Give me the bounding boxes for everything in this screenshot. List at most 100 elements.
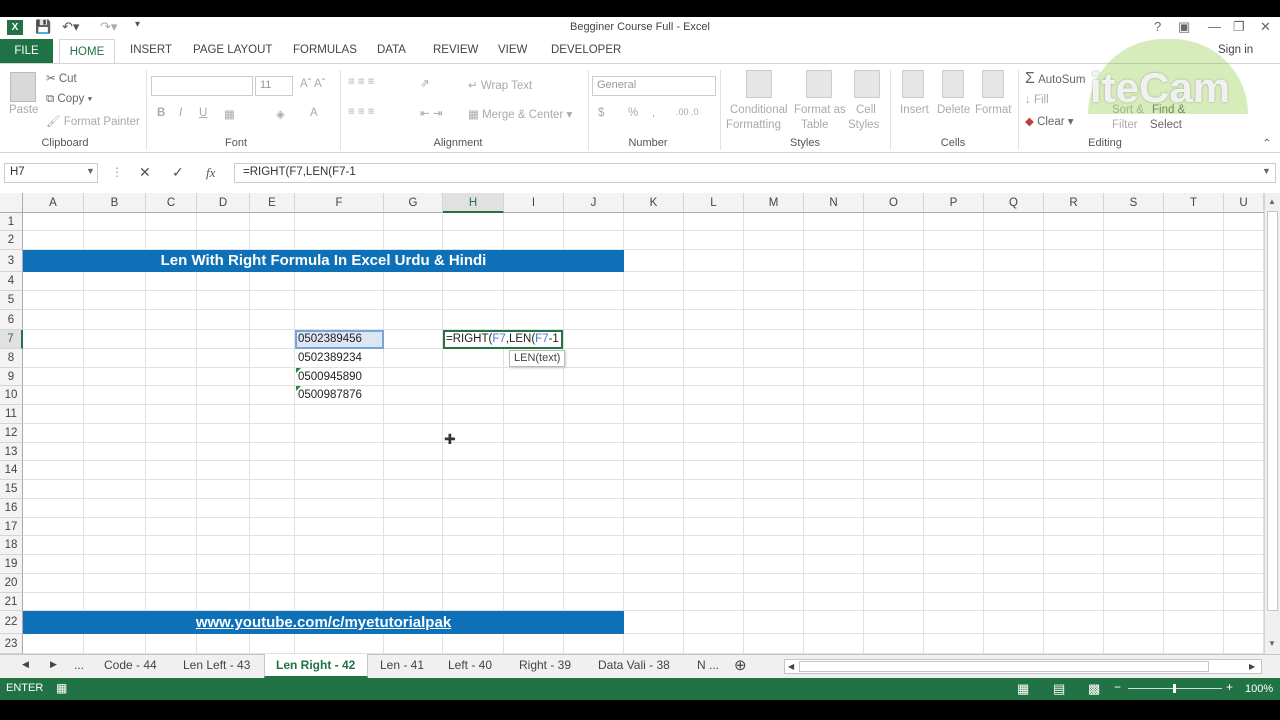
row-header-4[interactable]: 4 [0,272,23,291]
row-header-15[interactable]: 15 [0,480,23,499]
fill-color-icon[interactable]: ◈ [276,107,285,121]
row-header-12[interactable]: 12 [0,424,23,443]
column-header-a[interactable]: A [23,193,84,213]
paste-button[interactable]: Paste [9,104,38,116]
name-box-dropdown-icon[interactable]: ▼ [86,166,95,176]
cancel-entry-icon[interactable]: ✕ [139,164,151,181]
copy-button[interactable]: ⧉ Copy ▾ [46,93,92,106]
row-header-18[interactable]: 18 [0,536,23,555]
sheet-tab-more-right[interactable]: N ... [697,658,719,672]
zoom-level[interactable]: 100% [1245,683,1273,695]
row-header-20[interactable]: 20 [0,574,23,593]
format-painter-button[interactable]: 🖌 Format Painter [46,114,140,128]
cut-button[interactable]: ✂ Cut [46,71,77,85]
row-header-16[interactable]: 16 [0,499,23,518]
row-header-14[interactable]: 14 [0,461,23,480]
column-header-n[interactable]: N [804,193,864,213]
collapse-ribbon-icon[interactable]: ⌃ [1262,136,1272,150]
row-header-10[interactable]: 10 [0,386,23,405]
wrap-text-button[interactable]: ↵ Wrap Text [468,78,532,92]
youtube-link-banner[interactable]: www.youtube.com/c/myetutorialpak [23,611,624,634]
tab-insert[interactable]: INSERT [130,44,172,56]
tab-file[interactable]: FILE [0,39,53,63]
align-left-icon[interactable]: ≡ ≡ ≡ [348,106,375,118]
row-header-2[interactable]: 2 [0,231,23,250]
restore-button[interactable]: ❐ [1233,19,1245,35]
column-header-p[interactable]: P [924,193,984,213]
delete-cells-button[interactable]: Delete [937,104,970,116]
macro-record-icon[interactable]: ▦ [56,681,67,695]
tab-developer[interactable]: DEVELOPER [551,44,621,56]
next-sheet-icon[interactable]: ▶ [50,659,57,670]
sheet-tab-len-left-43[interactable]: Len Left - 43 [183,658,250,672]
borders-icon[interactable]: ▦ [224,107,235,121]
column-header-g[interactable]: G [384,193,443,213]
sheet-tab-left-40[interactable]: Left - 40 [448,658,492,672]
conditional-formatting-icon[interactable] [746,70,772,98]
italic-button[interactable]: I [179,107,182,119]
column-header-e[interactable]: E [250,193,295,213]
number-format-select[interactable]: General [592,76,716,96]
column-header-h[interactable]: H [443,193,504,213]
expand-formula-icon[interactable]: ▼ [1262,166,1271,176]
column-header-j[interactable]: J [564,193,624,213]
scroll-right-icon[interactable]: ▶ [1249,662,1255,671]
close-button[interactable]: ✕ [1260,19,1271,35]
row-header-6[interactable]: 6 [0,310,23,330]
sign-in-link[interactable]: Sign in [1218,44,1253,56]
tab-page-layout[interactable]: PAGE LAYOUT [193,44,272,56]
comma-style-icon[interactable]: , [652,107,655,119]
column-header-c[interactable]: C [146,193,197,213]
decimal-icon[interactable]: .00 .0 [676,107,699,117]
zoom-out-icon[interactable]: − [1114,680,1121,694]
zoom-slider[interactable] [1128,684,1222,693]
currency-button[interactable]: $ [598,107,604,119]
orientation-icon[interactable]: ⇗ [420,76,430,90]
font-color-icon[interactable]: A [310,107,318,119]
sheet-tab-code-44[interactable]: Code - 44 [104,658,157,672]
column-header-r[interactable]: R [1044,193,1104,213]
insert-cells-icon[interactable] [902,70,924,98]
underline-button[interactable]: U [199,107,207,119]
sheet-tab-more-left[interactable]: ... [74,658,84,672]
row-header-13[interactable]: 13 [0,443,23,461]
font-name-select[interactable] [151,76,253,96]
tab-data[interactable]: DATA [377,44,406,56]
indent-icon[interactable]: ⇤ ⇥ [420,106,442,120]
zoom-in-icon[interactable]: + [1226,680,1233,694]
minimize-button[interactable]: — [1208,19,1221,34]
sheet-tab-data-vali-38[interactable]: Data Vali - 38 [598,658,670,672]
autosum-button[interactable]: Σ AutoSum [1025,70,1085,88]
format-as-table-button[interactable]: Format as [794,104,846,116]
cell-styles-button[interactable]: Cell [856,104,876,116]
column-header-i[interactable]: I [504,193,564,213]
row-header-17[interactable]: 17 [0,518,23,536]
sheet-tab-right-39[interactable]: Right - 39 [519,658,571,672]
select-all-corner[interactable] [0,193,23,213]
scroll-thumb[interactable] [1267,211,1278,611]
ribbon-display-icon[interactable]: ▣ [1178,19,1190,35]
column-header-s[interactable]: S [1104,193,1164,213]
worksheet-grid[interactable]: ABCDEFGHIJKLMNOPQRSTU 1 2 3 4 5 6 7 8 9 10 11 12 13 1… [0,193,1264,654]
new-sheet-icon[interactable]: ⊕ [734,656,747,674]
row-header-7[interactable]: 7 [0,330,23,349]
cell-f9[interactable]: 0500945890 [295,371,362,383]
row-header-19[interactable]: 19 [0,555,23,574]
row-header-8[interactable]: 8 [0,349,23,368]
align-top-icon[interactable]: ≡ ≡ ≡ [348,76,375,88]
row-header-5[interactable]: 5 [0,291,23,310]
zoom-slider-thumb[interactable] [1173,684,1176,693]
column-header-t[interactable]: T [1164,193,1224,213]
page-layout-view-icon[interactable]: ▤ [1053,681,1065,697]
vertical-scrollbar[interactable]: ▲ ▼ [1264,193,1280,654]
tab-home[interactable]: HOME [59,39,115,64]
column-header-l[interactable]: L [684,193,744,213]
column-header-o[interactable]: O [864,193,924,213]
format-cells-button[interactable]: Format [975,104,1011,116]
name-box[interactable]: H7 [4,163,98,183]
column-header-b[interactable]: B [84,193,146,213]
delete-cells-icon[interactable] [942,70,964,98]
column-header-f[interactable]: F [295,193,384,213]
merge-center-button[interactable]: ▦ Merge & Center ▾ [468,107,572,121]
column-header-q[interactable]: Q [984,193,1044,213]
